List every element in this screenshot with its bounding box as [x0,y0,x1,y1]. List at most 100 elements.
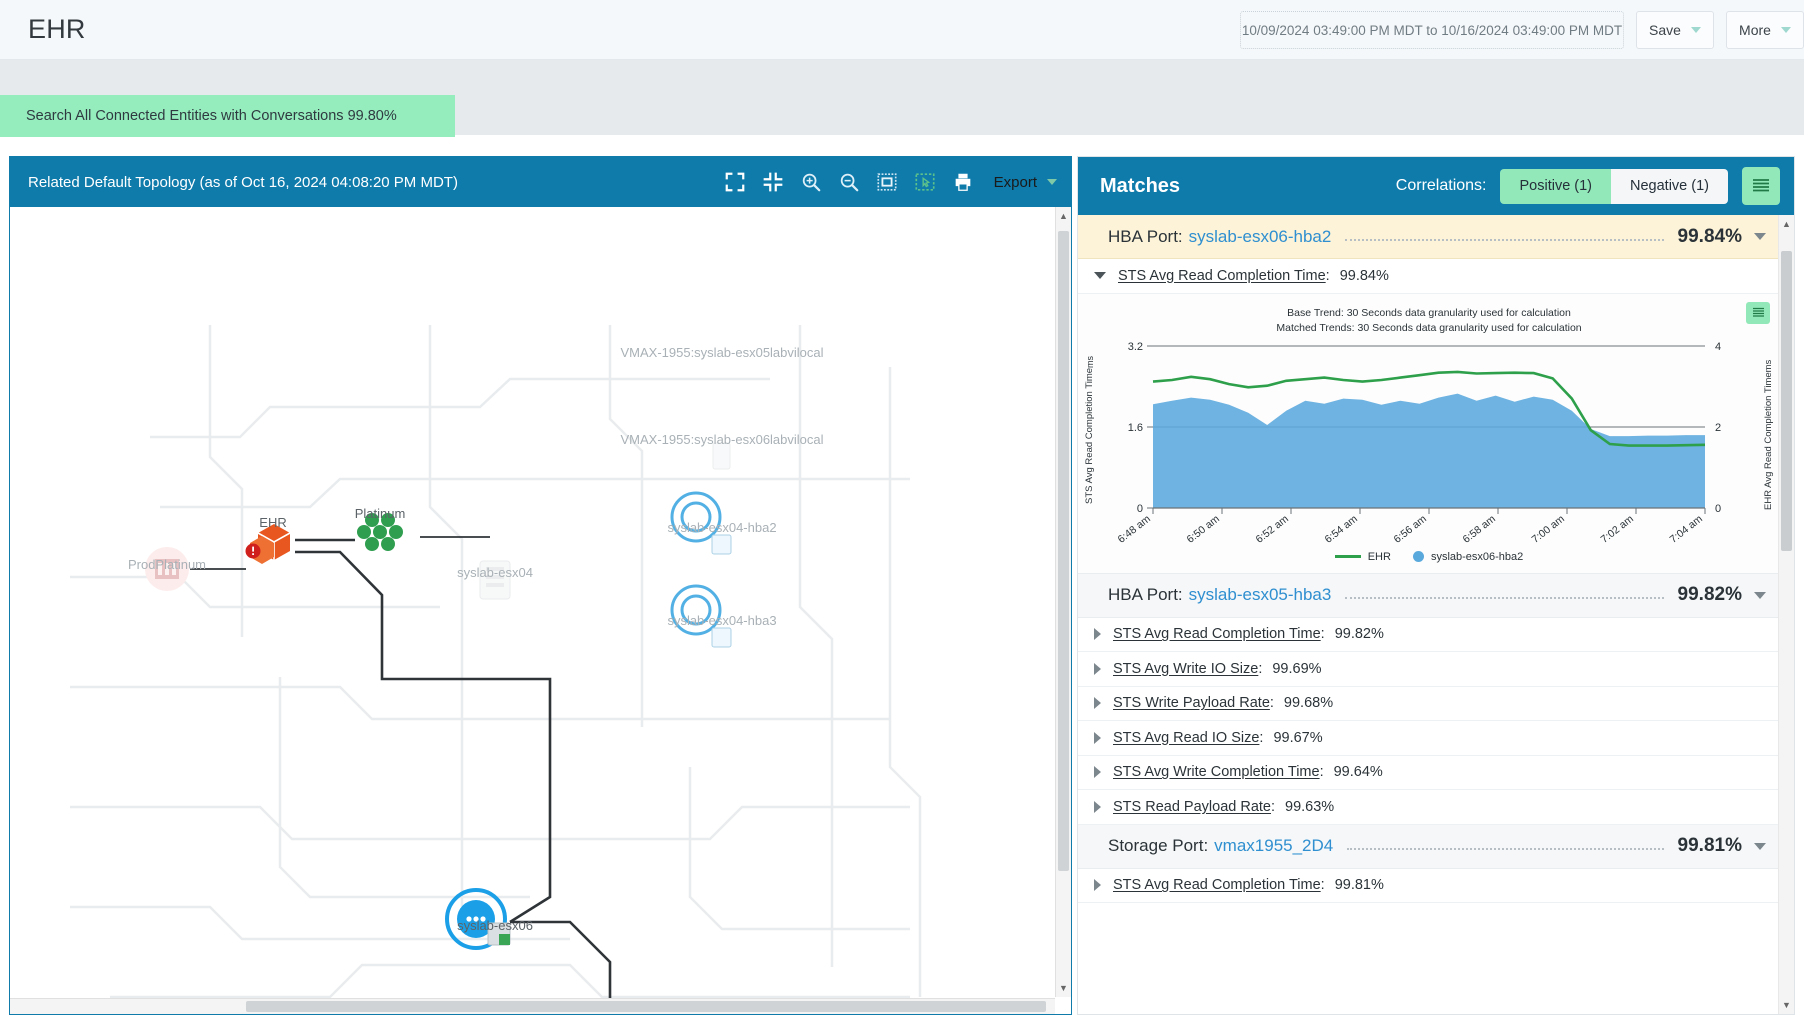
chevron-down-icon[interactable] [1754,842,1766,850]
topology-vertical-scrollbar[interactable]: ▲ ▼ [1055,207,1071,997]
match-entity-row[interactable]: Storage Port: vmax1955_2D4 99.81% [1078,824,1780,869]
save-button-label: Save [1649,22,1681,38]
fit-screen-icon[interactable] [876,171,898,193]
match-metric-name[interactable]: STS Avg Read Completion Time [1113,626,1321,642]
topology-vscroll-thumb[interactable] [1058,231,1069,871]
legend-item: EHR [1334,551,1391,563]
match-metric-name[interactable]: STS Read Payload Rate [1113,799,1271,815]
header-controls: 10/09/2024 03:49:00 PM MDT to 10/16/2024… [1240,11,1804,49]
match-metric-row[interactable]: STS Avg Write Completion Time:99.64% [1078,755,1780,790]
save-button[interactable]: Save [1636,11,1714,49]
svg-text:7:00 am: 7:00 am [1530,512,1567,545]
matches-vscroll-thumb[interactable] [1781,251,1792,551]
matches-list[interactable]: HBA Port: syslab-esx06-hba2 99.84% STS Avg … [1078,215,1780,1014]
match-metric-name[interactable]: STS Avg Read IO Size [1113,730,1259,746]
match-metric-value: 99.81% [1334,877,1384,894]
match-metric-name[interactable]: STS Avg Write IO Size [1113,661,1258,677]
match-metric-row[interactable]: STS Avg Write IO Size:99.69% [1078,652,1780,687]
metric-colon: : [1258,660,1263,677]
zoom-in-icon[interactable] [800,171,822,193]
chevron-down-icon[interactable] [1754,591,1766,599]
chevron-down-icon[interactable] [1094,272,1106,280]
match-entity-row[interactable]: HBA Port: syslab-esx06-hba2 99.84% [1078,215,1780,259]
topology-node-label: VMAX-1955:syslab-esx06labvilocal [620,432,824,447]
match-metric-name[interactable]: STS Avg Write Completion Time [1113,764,1320,780]
print-icon[interactable] [952,171,974,193]
leader-dots [1347,848,1664,850]
scroll-up-icon[interactable]: ▲ [1059,211,1068,221]
matches-panel: Matches Correlations: Positive (1) Negat… [1077,156,1795,1015]
expand-icon[interactable] [724,171,746,193]
topology-canvas[interactable]: ProdPlatinum EHR Platinum VMAX-1955:syslab-… [10,207,1071,1014]
svg-text:4: 4 [1715,341,1721,353]
list-view-button[interactable] [1742,167,1780,205]
scroll-down-icon[interactable]: ▼ [1059,983,1068,993]
match-entity-link[interactable]: syslab-esx06-hba2 [1189,227,1332,247]
matches-vertical-scrollbar[interactable]: ▲ ▼ [1778,215,1794,1014]
match-metric-name[interactable]: STS Write Payload Rate [1113,695,1270,711]
svg-text:6:48 am: 6:48 am [1116,512,1153,545]
match-metric-row[interactable]: STS Avg Read Completion Time:99.84% [1078,259,1780,294]
match-metric-value: 99.63% [1285,798,1335,815]
legend-item: syslab-esx06-hba2 [1412,550,1524,563]
search-breadcrumb-label: Search All Connected Entities with Conve… [26,108,397,124]
chevron-down-icon[interactable] [1754,233,1766,240]
more-button[interactable]: More [1726,11,1804,49]
tab-negative-correlations[interactable]: Negative (1) [1611,168,1728,204]
scroll-up-icon[interactable]: ▲ [1782,219,1791,229]
svg-text:3.2: 3.2 [1128,341,1143,353]
match-entity-link[interactable]: syslab-esx05-hba3 [1189,585,1332,605]
svg-text:6:56 am: 6:56 am [1392,512,1429,545]
svg-text:6:50 am: 6:50 am [1185,512,1222,545]
chevron-down-icon [1047,179,1057,185]
match-metric-row[interactable]: STS Write Payload Rate:99.68% [1078,686,1780,721]
chevron-right-icon[interactable] [1094,628,1101,641]
select-region-icon[interactable] [914,171,936,193]
chevron-right-icon[interactable] [1094,766,1101,779]
chart-matched-trend-note: Matched Trends: 30 Seconds data granular… [1276,321,1582,334]
match-metric-row[interactable]: STS Avg Read Completion Time:99.82% [1078,617,1780,652]
match-metric-value: 99.67% [1273,729,1323,746]
match-entity-percent: 99.81% [1677,835,1742,856]
chart-area-series [1153,393,1705,508]
scroll-down-icon[interactable]: ▼ [1782,1000,1791,1010]
topology-node-label: VMAX-1955:syslab-esx05labvilocal [620,345,824,360]
chart-base-trend-note: Base Trend: 30 Seconds data granularity … [1287,306,1571,319]
topology-node-label: ProdPlatinum [127,557,207,572]
metric-colon: : [1319,764,1324,781]
correlation-toggle-group: Positive (1) Negative (1) [1500,168,1728,204]
chevron-right-icon[interactable] [1094,800,1101,813]
topology-horizontal-scrollbar[interactable] [10,998,1055,1014]
export-button[interactable]: Export [994,174,1057,191]
match-entity-kind: HBA Port: [1108,226,1183,246]
svg-text:6:58 am: 6:58 am [1461,512,1498,545]
legend-line-swatch [1334,555,1361,558]
match-metric-row[interactable]: STS Avg Read Completion Time:99.81% [1078,868,1780,903]
search-breadcrumb-chip[interactable]: Search All Connected Entities with Conve… [0,95,455,137]
matches-title: Matches [1100,174,1181,197]
topology-hscroll-thumb[interactable] [246,1001,1046,1012]
match-metric-name[interactable]: STS Avg Read Completion Time [1118,268,1326,284]
zoom-out-icon[interactable] [838,171,860,193]
chevron-right-icon[interactable] [1094,662,1101,675]
match-entity-percent: 99.84% [1677,225,1742,247]
list-icon [1753,179,1769,192]
tab-positive-correlations[interactable]: Positive (1) [1500,168,1612,204]
collapse-icon[interactable] [762,171,784,193]
chevron-right-icon[interactable] [1094,697,1101,710]
topology-graph[interactable] [10,207,1071,1014]
match-entity-row[interactable]: HBA Port: syslab-esx05-hba3 99.82% [1078,573,1780,618]
topology-node-label: Platinum [354,506,406,521]
chevron-right-icon[interactable] [1094,731,1101,744]
topology-toolbar: Export [724,157,1057,207]
match-metric-row[interactable]: STS Read Payload Rate:99.63% [1078,790,1780,825]
date-range-input[interactable]: 10/09/2024 03:49:00 PM MDT to 10/16/2024… [1240,11,1624,49]
svg-text:0: 0 [1715,503,1721,515]
match-metric-row[interactable]: STS Avg Read IO Size:99.67% [1078,721,1780,756]
match-entity-link[interactable]: vmax1955_2D4 [1214,836,1333,856]
svg-text:0: 0 [1137,503,1143,515]
legend-label: syslab-esx06-hba2 [1430,550,1524,563]
metric-colon: : [1325,267,1330,284]
chevron-right-icon[interactable] [1094,879,1101,892]
match-metric-name[interactable]: STS Avg Read Completion Time [1113,877,1321,893]
